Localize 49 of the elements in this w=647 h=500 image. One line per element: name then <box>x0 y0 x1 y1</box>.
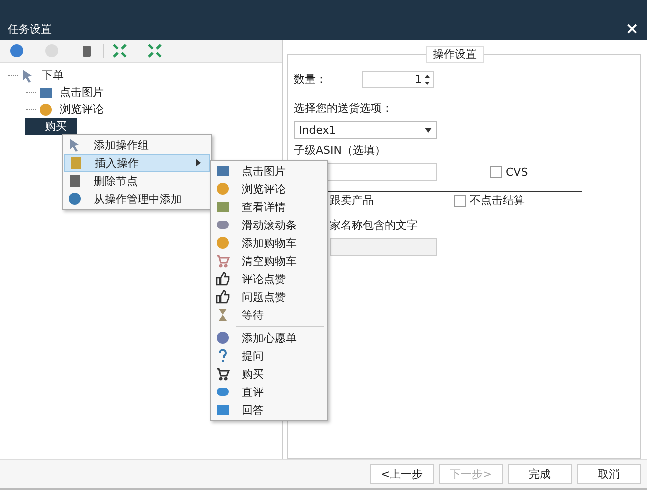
cvs-label: CVS <box>506 166 528 178</box>
wizard-button[interactable]: <上一步 <box>370 464 434 484</box>
no-checkout-label: 不点击结算 <box>470 193 525 208</box>
delivery-label: 选择您的送货选项： <box>294 101 394 117</box>
tree-item[interactable]: 浏览评论 <box>56 101 108 118</box>
menu-item[interactable]: 问题点赞 <box>212 288 326 306</box>
menu-item[interactable]: 查看详情 <box>212 198 326 216</box>
follow-sell-label: 跟卖产品 <box>330 193 375 209</box>
asin-label: 子级ASIN（选填） <box>294 143 387 159</box>
menu-item[interactable]: 点击图片 <box>212 162 326 180</box>
hourglass-icon <box>216 308 230 322</box>
menu-item[interactable]: 从操作管理中添加 <box>64 190 210 208</box>
quantity-label: 数量： <box>294 72 328 88</box>
tree-item[interactable]: 下单 <box>38 67 68 84</box>
tree-item[interactable]: 购买 <box>25 118 77 135</box>
menu-item[interactable]: 回答 <box>212 401 326 419</box>
cart-icon <box>216 254 230 268</box>
thumbs-up-icon <box>216 272 230 286</box>
wizard-button[interactable]: 取消 <box>577 464 641 484</box>
menu-item[interactable]: 删除节点 <box>64 172 210 190</box>
menu-item[interactable]: 添加心愿单 <box>212 329 326 347</box>
menu-item[interactable]: 评论点赞 <box>212 270 326 288</box>
delivery-select[interactable]: Index1 <box>294 121 437 139</box>
tree-item[interactable]: 点击图片 <box>56 84 108 101</box>
wizard-button[interactable]: 完成 <box>508 464 572 484</box>
menu-item[interactable]: 添加操作组 <box>64 136 210 154</box>
menu-item[interactable]: 添加购物车 <box>212 234 326 252</box>
seller-name-label: 家名称包含的文字 <box>330 218 419 234</box>
menu-item[interactable]: 滑动滚动条 <box>212 216 326 234</box>
thumbs-up-icon <box>216 290 230 304</box>
question-icon <box>216 349 230 363</box>
menu-item[interactable]: 等待 <box>212 306 326 324</box>
menu-item[interactable]: 直评 <box>212 383 326 401</box>
menu-item[interactable]: 购买 <box>212 365 326 383</box>
quantity-spinner[interactable]: 1 <box>362 71 434 88</box>
caret-icon <box>425 128 432 132</box>
close-button[interactable]: × <box>626 21 639 37</box>
expand-icon[interactable] <box>113 44 127 58</box>
menu-item[interactable]: 提问 <box>212 347 326 365</box>
cart-icon <box>216 367 230 381</box>
spinner-arrows-icon <box>424 72 431 86</box>
window-title: 任务设置 <box>8 22 52 37</box>
menu-item[interactable]: 插入操作 <box>64 154 210 172</box>
no-checkout-checkbox[interactable] <box>454 194 466 206</box>
menu-item[interactable]: 清空购物车 <box>212 252 326 270</box>
cvs-checkbox[interactable] <box>490 166 502 178</box>
menu-item[interactable]: 浏览评论 <box>212 180 326 198</box>
collapse-icon[interactable] <box>148 44 162 58</box>
group-title: 操作设置 <box>426 46 484 63</box>
